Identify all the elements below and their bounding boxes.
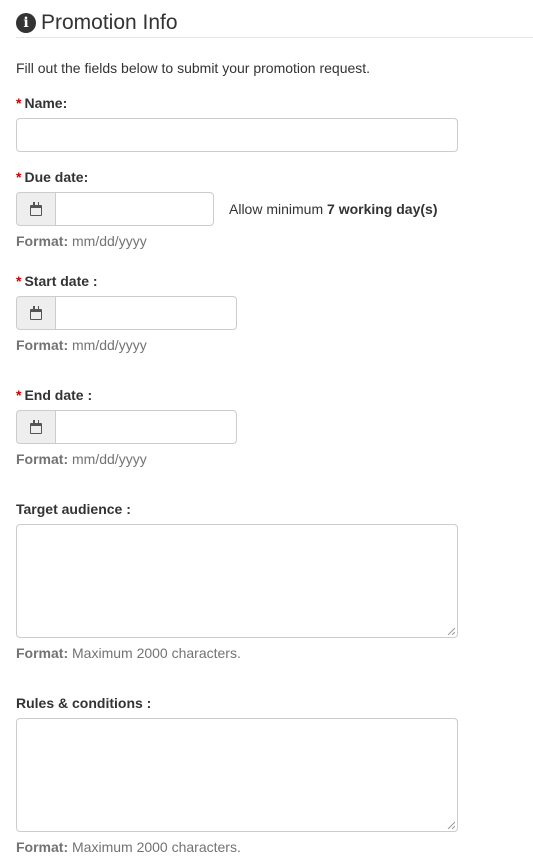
page-title: Promotion Info xyxy=(41,11,178,34)
start-date-calendar-button[interactable] xyxy=(16,296,55,330)
target-audience-label: Target audience : xyxy=(16,501,131,517)
end-date-format: Format: mm/dd/yyyy xyxy=(16,451,147,467)
start-date-group xyxy=(16,296,237,330)
due-date-note: Allow minimum 7 working day(s) xyxy=(229,201,438,217)
due-date-calendar-button[interactable] xyxy=(16,192,55,226)
calendar-icon xyxy=(30,419,42,434)
start-date-label: * Start date : xyxy=(16,273,98,289)
end-date-label: * End date : xyxy=(16,387,93,403)
due-date-input[interactable] xyxy=(55,192,214,226)
due-date-label: * Due date: xyxy=(16,169,89,185)
target-audience-format: Format: Maximum 2000 characters. xyxy=(16,645,241,661)
required-marker: * xyxy=(16,387,22,403)
due-date-group xyxy=(16,192,214,226)
calendar-icon xyxy=(30,305,42,320)
required-marker: * xyxy=(16,169,22,185)
target-audience-textarea[interactable] xyxy=(16,524,458,638)
name-input[interactable] xyxy=(16,118,458,152)
section-header: i Promotion Info xyxy=(16,8,533,38)
resize-grip-icon[interactable] xyxy=(447,821,455,829)
start-date-input[interactable] xyxy=(55,296,237,330)
rules-format: Format: Maximum 2000 characters. xyxy=(16,839,241,855)
required-marker: * xyxy=(16,95,22,111)
rules-label: Rules & conditions : xyxy=(16,695,152,711)
end-date-input[interactable] xyxy=(55,410,237,444)
header-divider xyxy=(16,37,533,38)
start-date-format: Format: mm/dd/yyyy xyxy=(16,337,147,353)
calendar-icon xyxy=(30,201,42,216)
info-circle-icon: i xyxy=(16,13,36,33)
resize-grip-icon[interactable] xyxy=(447,627,455,635)
name-label: * Name: xyxy=(16,95,68,111)
intro-text: Fill out the fields below to submit your… xyxy=(16,60,371,76)
required-marker: * xyxy=(16,273,22,289)
due-date-format: Format: mm/dd/yyyy xyxy=(16,233,147,249)
rules-textarea[interactable] xyxy=(16,718,458,832)
end-date-group xyxy=(16,410,237,444)
end-date-calendar-button[interactable] xyxy=(16,410,55,444)
